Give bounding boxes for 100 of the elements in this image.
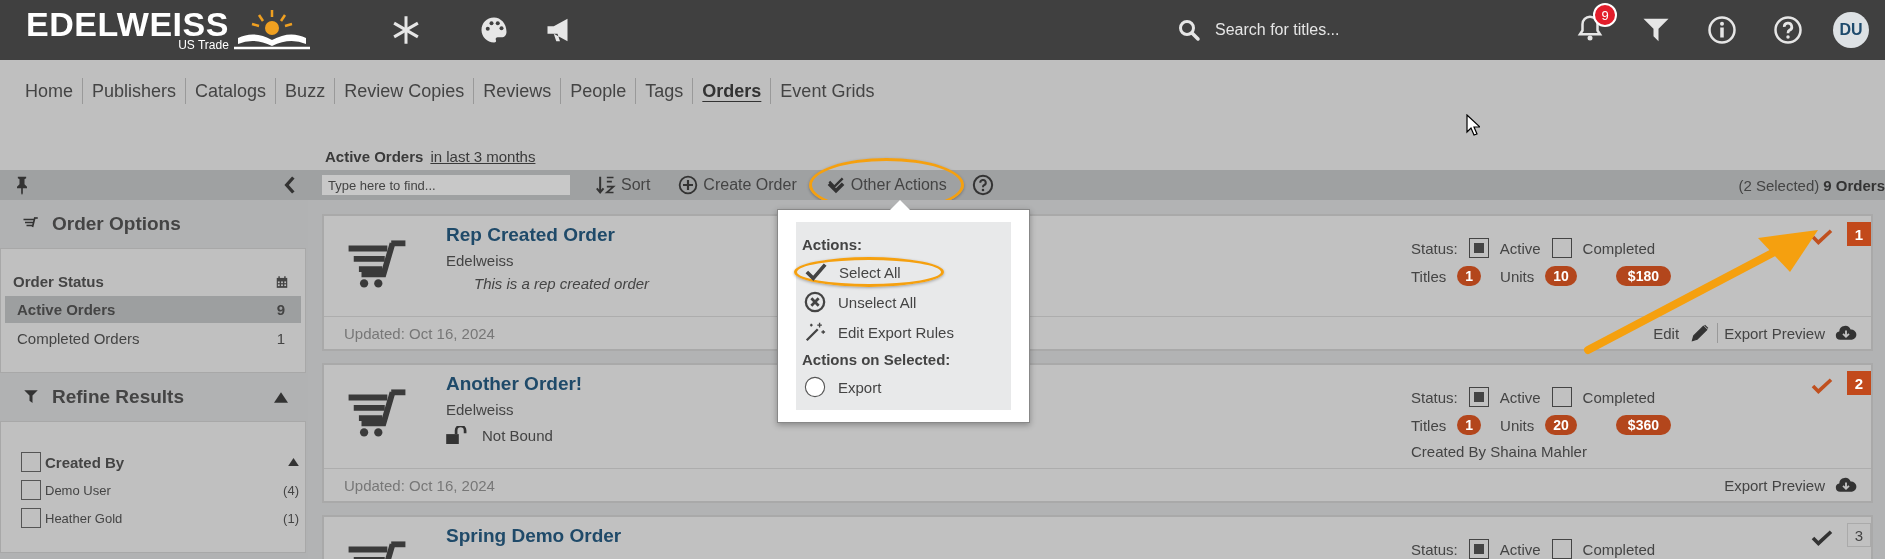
cart-icon xyxy=(346,387,408,439)
nav-tab[interactable]: Tags xyxy=(635,78,693,104)
logo-wordmark[interactable]: EDELWEISS xyxy=(26,8,229,40)
panel-title: Order Status xyxy=(13,273,104,290)
order-note: This is a rep created order xyxy=(473,275,651,292)
checkmark-icon[interactable] xyxy=(1811,228,1833,246)
x-circle-icon xyxy=(804,291,826,313)
mouse-cursor-icon xyxy=(1466,114,1480,136)
filter-option-label: Heather Gold xyxy=(45,510,123,526)
section-title: Refine Results xyxy=(52,386,184,408)
updated-date: Updated: Oct 16, 2024 xyxy=(344,476,495,494)
edit-button[interactable]: Edit xyxy=(1649,323,1716,343)
nav-tab[interactable]: People xyxy=(560,78,636,104)
count-badge: 10 xyxy=(1545,266,1577,286)
status-option-label: Completed xyxy=(1582,540,1656,558)
user-avatar[interactable]: DU xyxy=(1833,12,1869,48)
status-filter-label: Active Orders xyxy=(17,301,116,318)
status-filter-label: Completed Orders xyxy=(17,330,140,347)
order-title-link[interactable]: Spring Demo Order xyxy=(446,525,1006,547)
nav-tab[interactable]: Buzz xyxy=(275,78,335,104)
menu-section-title: Actions on Selected: xyxy=(802,351,952,368)
collapse-triangle-icon[interactable] xyxy=(274,391,288,403)
nav-tab[interactable]: Publishers xyxy=(82,78,186,104)
menu-item[interactable]: Edit Export Rules xyxy=(802,317,1005,347)
find-field[interactable]: Type here to find... xyxy=(322,175,570,195)
count-badge: $180 xyxy=(1615,266,1671,286)
status-option-label: Completed xyxy=(1582,388,1656,406)
count-badge: $360 xyxy=(1615,415,1671,435)
count-label: Units xyxy=(1500,267,1535,285)
publisher-name: Edelweiss xyxy=(446,252,515,269)
filter-option-count: (1) xyxy=(283,510,299,526)
create-order-button[interactable]: Create Order xyxy=(674,173,801,197)
status-filter-count: 9 xyxy=(276,301,285,318)
checkmark-icon[interactable] xyxy=(1811,377,1833,395)
export-preview-button[interactable]: Export Preview xyxy=(1720,475,1861,495)
unlocked-padlock-icon xyxy=(446,426,468,444)
status-filter-item[interactable]: Active Orders 9 xyxy=(5,296,301,323)
count-label: Titles xyxy=(1411,267,1447,285)
checkbox[interactable] xyxy=(21,480,41,500)
status-checkbox[interactable] xyxy=(1468,539,1489,559)
logo-subtitle: US Trade xyxy=(178,39,229,52)
filter-group-label: Created By xyxy=(45,453,125,471)
status-label: Status: xyxy=(1411,239,1458,257)
nav-tab[interactable]: Event Grids xyxy=(770,78,884,104)
status-checkbox[interactable] xyxy=(1468,238,1489,258)
order-number: 2 xyxy=(1847,371,1871,395)
status-option-label: Active xyxy=(1499,388,1541,406)
status-checkbox[interactable] xyxy=(1551,387,1572,407)
cart-icon xyxy=(346,238,408,290)
menu-item[interactable]: Unselect All xyxy=(802,287,1005,317)
checkmark-icon xyxy=(805,261,827,283)
sort-icon xyxy=(596,175,616,195)
count-badge: 1 xyxy=(1457,415,1482,435)
order-number: 3 xyxy=(1847,523,1871,547)
calendar-icon[interactable] xyxy=(275,274,289,289)
status-checkbox[interactable] xyxy=(1468,387,1489,407)
status-checkbox[interactable] xyxy=(1551,539,1572,559)
binding-status: Not Bound xyxy=(482,426,553,444)
menu-item[interactable]: Select All xyxy=(794,257,944,287)
sort-button[interactable]: Sort xyxy=(592,173,655,197)
status-filter-item[interactable]: Completed Orders 1 xyxy=(5,325,301,352)
checkmark-icon[interactable] xyxy=(1811,529,1833,547)
nav-tab[interactable]: Reviews xyxy=(473,78,561,104)
help-icon[interactable] xyxy=(971,174,994,196)
plus-circle-icon xyxy=(678,175,699,195)
menu-section-title: Actions: xyxy=(802,236,863,253)
order-number: 1 xyxy=(1847,222,1871,246)
nav-tab[interactable]: Orders xyxy=(692,78,771,104)
status-option-label: Active xyxy=(1499,540,1541,558)
updated-date: Updated: Oct 16, 2024 xyxy=(344,324,495,342)
radio-circle-icon xyxy=(804,376,826,398)
count-badge: 20 xyxy=(1545,415,1577,435)
publisher-name: Edelweiss xyxy=(446,401,515,418)
layered-check-icon xyxy=(825,175,846,195)
collapse-triangle-icon[interactable] xyxy=(288,458,299,466)
selected-count: (2 Selected) xyxy=(1738,176,1820,194)
checkbox[interactable] xyxy=(21,452,41,472)
export-preview-button[interactable]: Export Preview xyxy=(1720,323,1861,343)
magic-wand-icon xyxy=(804,321,826,343)
nav-tab[interactable]: Home xyxy=(16,78,82,104)
menu-item[interactable]: Export xyxy=(802,372,1005,402)
section-title: Order Options xyxy=(52,213,181,235)
date-range-link[interactable]: in last 3 months xyxy=(430,148,536,165)
notification-badge: 9 xyxy=(1593,3,1617,27)
info-icon[interactable] xyxy=(1707,15,1737,45)
search-field[interactable]: Search for titles... xyxy=(1213,20,1417,40)
count-label: Units xyxy=(1500,416,1535,434)
nav-tab[interactable]: Review Copies xyxy=(334,78,474,104)
status-option-label: Completed xyxy=(1582,239,1656,257)
cloud-download-icon xyxy=(1835,475,1857,495)
nav-tab[interactable]: Catalogs xyxy=(185,78,276,104)
status-label: Status: xyxy=(1411,540,1458,558)
search-icon[interactable] xyxy=(1177,18,1201,42)
status-checkbox[interactable] xyxy=(1551,238,1572,258)
page-heading: Active Orders xyxy=(325,148,424,165)
filter-icon xyxy=(22,388,40,406)
status-filter-count: 1 xyxy=(276,330,285,347)
status-label: Status: xyxy=(1411,388,1458,406)
filter-option-label: Demo User xyxy=(45,482,111,498)
checkbox[interactable] xyxy=(21,508,41,528)
